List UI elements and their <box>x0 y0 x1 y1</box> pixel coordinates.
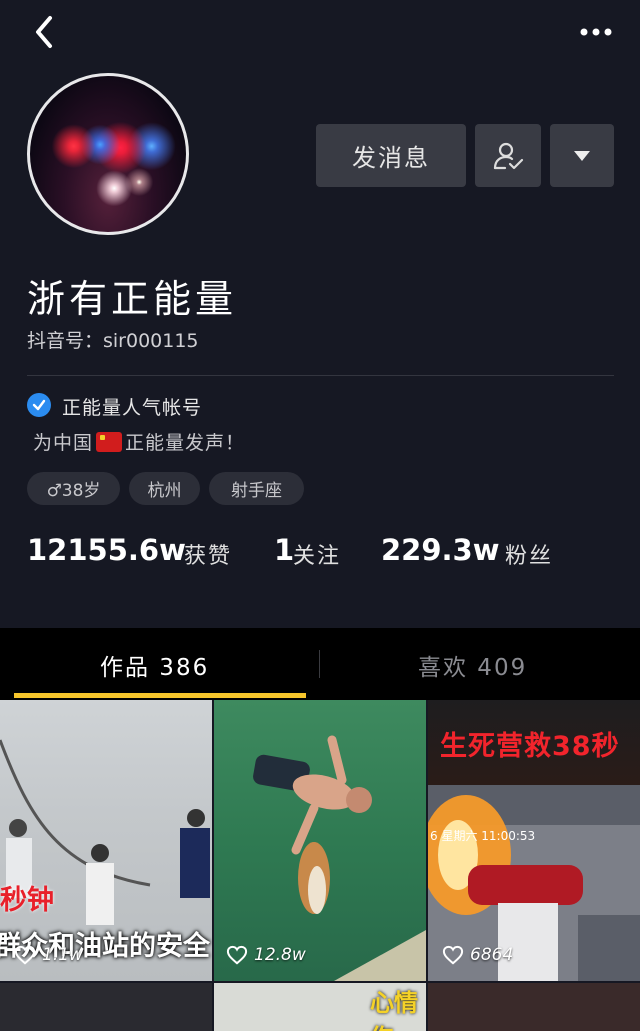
verified-label: 正能量人气帐号 <box>62 397 203 419</box>
douyin-id: 抖音号：sir000115 <box>27 330 199 352</box>
back-button[interactable] <box>28 14 64 50</box>
chevron-left-icon <box>36 16 52 48</box>
tag-age: ♂38岁 <box>27 472 120 505</box>
likes-label: 获赞 <box>184 544 233 569</box>
fans-label[interactable]: 粉丝 <box>505 538 553 570</box>
video-thumbnail[interactable]: 心情伤 <box>214 983 426 1031</box>
like-count-text: 1.1w <box>42 945 83 965</box>
likes-count: 12155.6w <box>27 533 186 567</box>
bio: 为中国 正能量发声！ <box>33 428 245 455</box>
video-thumbnail[interactable] <box>0 983 212 1031</box>
more-dots-icon <box>580 28 612 36</box>
like-count-text: 6864 <box>470 945 514 965</box>
heart-icon <box>14 945 36 965</box>
verified-check-icon <box>27 393 51 417</box>
video-like-count: 1.1w <box>14 945 83 965</box>
china-flag-icon <box>96 431 123 452</box>
following-count[interactable]: 1 <box>274 533 294 567</box>
caret-down-icon <box>574 150 590 161</box>
send-message-button[interactable]: 发消息 <box>316 124 466 187</box>
video-thumbnail[interactable] <box>428 983 640 1031</box>
thumbnail-caption-top: 秒钟 <box>0 885 54 916</box>
divider <box>27 375 614 376</box>
video-like-count: 6864 <box>442 945 513 965</box>
video-thumbnail[interactable]: 秒钟 群众和油站的安全 1.1w <box>0 700 212 981</box>
thumbnail-timestamp: 6 星期六 11:00:53 <box>430 829 536 843</box>
bio-suffix: 正能量发声！ <box>125 432 246 454</box>
thumbnail-headline: 生死营救38秒 <box>440 731 620 762</box>
like-count-text: 12.8w <box>254 945 306 965</box>
dropdown-button[interactable] <box>550 124 614 187</box>
follow-user-button[interactable] <box>475 124 541 187</box>
tab-separator <box>319 650 320 678</box>
avatar[interactable] <box>27 73 189 235</box>
thumbnail-art <box>253 735 426 981</box>
thumbnail-caption: 心情伤 <box>370 989 418 1031</box>
following-label[interactable]: 关注 <box>293 538 341 570</box>
tab-works[interactable]: 作品 386 <box>100 648 209 682</box>
tab-likes[interactable]: 喜欢 409 <box>418 648 527 682</box>
active-tab-indicator <box>14 693 306 698</box>
video-like-count: 12.8w <box>226 945 306 965</box>
video-thumbnail[interactable]: 生死营救38秒 6 星期六 11:00:53 6864 <box>428 700 640 981</box>
fans-count[interactable]: 229.3w <box>381 533 500 567</box>
profile-name: 浙有正能量 <box>27 277 238 321</box>
tab-bar <box>0 628 640 700</box>
bio-prefix: 为中国 <box>33 432 94 454</box>
heart-icon <box>226 945 248 965</box>
user-check-icon <box>493 142 524 169</box>
tag-zodiac: 射手座 <box>209 472 304 505</box>
video-thumbnail[interactable]: 12.8w <box>214 700 426 981</box>
more-button[interactable] <box>574 18 618 46</box>
heart-icon <box>442 945 464 965</box>
tag-city: 杭州 <box>129 472 200 505</box>
